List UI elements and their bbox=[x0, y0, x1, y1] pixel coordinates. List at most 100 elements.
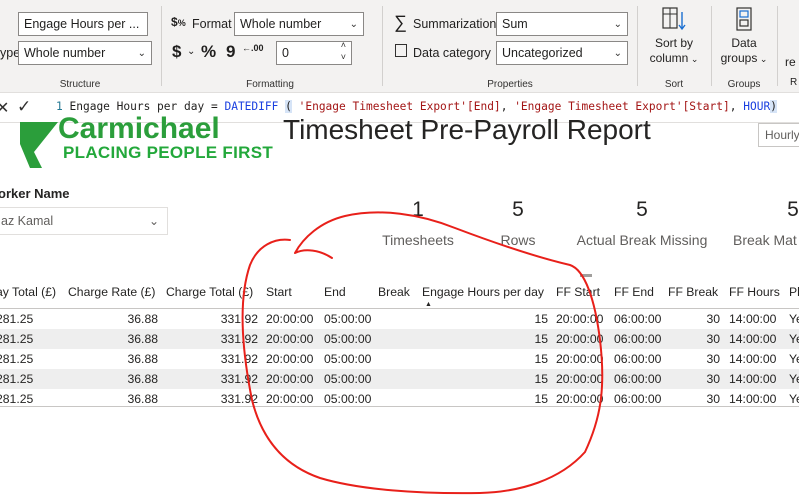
format-dropdown[interactable]: Whole number ⌄ bbox=[234, 12, 364, 36]
table-cell: 14:00:00 bbox=[729, 312, 777, 326]
worker-name-label: orker Name bbox=[0, 186, 70, 201]
data-category-dropdown[interactable]: Uncategorized ⌄ bbox=[496, 41, 628, 65]
table-row[interactable]: 281.25 36.88 331.92 20:00:00 05:00:00 15 20:00… bbox=[0, 349, 799, 369]
table-cell: 331.92 bbox=[220, 372, 258, 386]
column-header[interactable]: FF Break bbox=[668, 285, 718, 299]
table-cell: 30 bbox=[706, 332, 720, 346]
table-cell: 06:00:00 bbox=[614, 352, 662, 366]
worker-name-value: az Kamal bbox=[1, 214, 54, 228]
table-cell: 15 bbox=[534, 392, 548, 406]
table-footer-divider bbox=[0, 406, 799, 407]
column-header[interactable]: Engage Hours per day bbox=[422, 285, 544, 299]
formatting-group-label: Formatting bbox=[246, 79, 294, 90]
table-cell: 15 bbox=[534, 332, 548, 346]
formatting-group: $% Format Whole number ⌄ $ ⌄ % 9 ←.00 0 … bbox=[162, 0, 378, 93]
table-row[interactable]: 281.25 36.88 331.92 20:00:00 05:00:00 15 20:00… bbox=[0, 369, 799, 389]
table-cell: 14:00:00 bbox=[729, 352, 777, 366]
table-cell: 06:00:00 bbox=[614, 332, 662, 346]
table-cell: 15 bbox=[534, 372, 548, 386]
chevron-down-icon[interactable]: ⌄ bbox=[187, 46, 195, 57]
column-header[interactable]: ay Total (£) bbox=[0, 285, 56, 299]
table-cell: Ye bbox=[789, 352, 799, 366]
cancel-formula-icon[interactable]: ✕ bbox=[0, 98, 9, 118]
chevron-down-icon: ⌄ bbox=[349, 19, 358, 30]
commit-formula-icon[interactable]: ✓ bbox=[17, 97, 31, 117]
hourly-slicer-partial[interactable]: Hourly bbox=[758, 123, 799, 147]
groups-group-label: Groups bbox=[727, 79, 761, 90]
table-cell: 30 bbox=[706, 312, 720, 326]
stepper-down-icon[interactable]: ˅ bbox=[341, 50, 346, 64]
data-groups-label-2: groups ⌄ bbox=[720, 51, 768, 65]
chevron-down-icon: ⌄ bbox=[613, 48, 622, 59]
table-cell: 20:00:00 bbox=[556, 372, 604, 386]
formula-comma: , bbox=[500, 100, 508, 113]
logo-tagline: PLACING PEOPLE FIRST bbox=[63, 143, 274, 162]
summarization-dropdown[interactable]: Sum ⌄ bbox=[496, 12, 628, 36]
chevron-down-icon: ⌄ bbox=[613, 19, 622, 30]
decimal-places-icon[interactable]: ←.00 bbox=[242, 44, 264, 53]
table-cell: 20:00:00 bbox=[266, 372, 314, 386]
formula-arg-end: 'Engage Timesheet Export'[End] bbox=[298, 100, 501, 113]
properties-group: ∑ Summarization Sum ⌄ Data category Unca… bbox=[383, 0, 637, 93]
decimal-places-value: 0 bbox=[282, 46, 289, 60]
table-cell: 14:00:00 bbox=[729, 332, 777, 346]
overflow-button-partial[interactable]: re bbox=[785, 55, 796, 69]
table-cell: 281.25 bbox=[0, 332, 34, 346]
table-cell: 14:00:00 bbox=[729, 392, 777, 406]
kpi-label: Timesheets bbox=[382, 232, 454, 248]
table-cell: 15 bbox=[534, 312, 548, 326]
table-cell: 20:00:00 bbox=[266, 332, 314, 346]
data-groups-button[interactable]: Data groups ⌄ bbox=[716, 6, 772, 67]
summarization-icon: ∑ bbox=[394, 12, 407, 32]
table-cell: 281.25 bbox=[0, 352, 34, 366]
structure-group: Engage Hours per ... ype Whole number ⌄ … bbox=[0, 0, 160, 93]
table-row[interactable]: 281.25 36.88 331.92 20:00:00 05:00:00 15 20:00… bbox=[0, 309, 799, 329]
table-cell: Ye bbox=[789, 312, 799, 326]
column-header[interactable]: FF Start bbox=[556, 285, 600, 299]
column-header[interactable]: FF Hours bbox=[729, 285, 780, 299]
column-name-input[interactable]: Engage Hours per ... bbox=[18, 12, 148, 36]
summarization-value: Sum bbox=[502, 17, 528, 31]
currency-button[interactable]: $ bbox=[172, 42, 181, 62]
properties-group-label: Properties bbox=[487, 79, 533, 90]
table-row[interactable]: 281.25 36.88 331.92 20:00:00 05:00:00 15 20:00… bbox=[0, 329, 799, 349]
logo-wordmark: Carmichael bbox=[58, 112, 220, 145]
column-header[interactable]: Break bbox=[378, 285, 410, 299]
table-cell: 281.25 bbox=[0, 372, 34, 386]
table-cell: 20:00:00 bbox=[556, 312, 604, 326]
column-header[interactable]: Pl bbox=[789, 285, 799, 299]
table-cell: 20:00:00 bbox=[266, 392, 314, 406]
column-header[interactable]: Start bbox=[266, 285, 292, 299]
table-cell: 331.92 bbox=[220, 312, 258, 326]
table-cell: 05:00:00 bbox=[324, 352, 372, 366]
table-cell: 30 bbox=[706, 392, 720, 406]
data-category-icon bbox=[395, 44, 407, 57]
column-header[interactable]: Charge Total (£) bbox=[166, 285, 253, 299]
column-header[interactable]: End bbox=[324, 285, 346, 299]
sort-by-label-2: column ⌄ bbox=[649, 51, 699, 65]
column-header[interactable]: Charge Rate (£) bbox=[68, 285, 155, 299]
sort-by-label-1: Sort by bbox=[654, 36, 693, 50]
data-groups-label-1: Data bbox=[731, 36, 757, 50]
column-resize-handle[interactable] bbox=[580, 274, 592, 277]
table-cell: 05:00:00 bbox=[324, 392, 372, 406]
kpi-label: Actual Break Missing bbox=[576, 232, 708, 248]
data-type-dropdown[interactable]: Whole number ⌄ bbox=[18, 41, 152, 65]
table-cell: Ye bbox=[789, 332, 799, 346]
decimal-places-stepper[interactable]: 0 ˄ ˅ bbox=[276, 41, 352, 65]
sort-ascending-icon: ▲ bbox=[425, 301, 432, 308]
comma-style-button[interactable]: 9 bbox=[226, 42, 235, 62]
percent-button[interactable]: % bbox=[201, 42, 216, 62]
table-cell: 20:00:00 bbox=[556, 332, 604, 346]
groups-group: Data groups ⌄ Groups bbox=[712, 0, 776, 93]
worker-name-slicer[interactable]: az Kamal ⌄ bbox=[0, 207, 168, 235]
table-cell: 14:00:00 bbox=[729, 372, 777, 386]
formula-close-paren: ) bbox=[770, 100, 777, 113]
table-cell: 36.88 bbox=[127, 372, 159, 386]
table-cell: 05:00:00 bbox=[324, 372, 372, 386]
format-label: Format bbox=[192, 17, 232, 31]
sort-by-column-button[interactable]: Sort by column ⌄ bbox=[644, 6, 704, 67]
table-cell: 36.88 bbox=[127, 352, 159, 366]
report-title: Timesheet Pre-Payroll Report bbox=[283, 114, 651, 145]
column-header[interactable]: FF End bbox=[614, 285, 654, 299]
